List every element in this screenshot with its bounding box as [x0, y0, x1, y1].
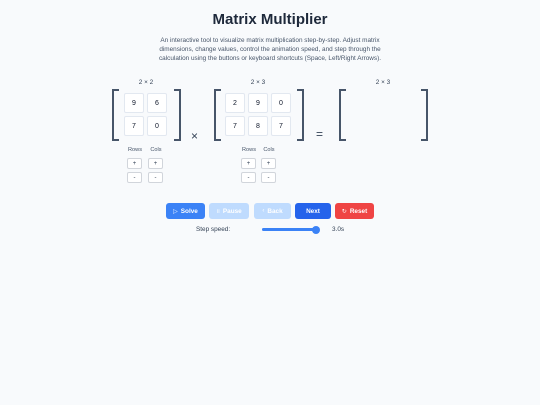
multiply-operator: × [191, 129, 199, 143]
matrix-b-cols-decrease-button[interactable]: - [261, 172, 276, 183]
play-icon: ▷ [173, 208, 178, 215]
step-speed-value: 3.0s [332, 226, 345, 233]
matrix-a-right-bracket [174, 89, 181, 141]
reset-button[interactable]: ↻ Reset [335, 203, 374, 219]
matrix-a-cell[interactable]: 7 [124, 116, 144, 136]
matrix-a-grid: 9 6 7 0 [124, 93, 167, 136]
matrix-b-cols-increase-button[interactable]: + [261, 158, 276, 169]
result-left-bracket [339, 89, 346, 141]
matrix-a-cols-increase-button[interactable]: + [148, 158, 163, 169]
matrix-b-dimensions: 2 × 3 [250, 79, 266, 86]
matrix-a-rows-decrease-button[interactable]: - [127, 172, 142, 183]
matrix-a-cell[interactable]: 0 [147, 116, 167, 136]
matrix-a-dimensions: 2 × 2 [138, 79, 154, 86]
matrix-b-rows-decrease-button[interactable]: - [241, 172, 256, 183]
page-description: An interactive tool to visualize matrix … [158, 37, 381, 62]
matrix-a-cols-label: Cols [150, 147, 162, 153]
next-button[interactable]: Next [295, 203, 331, 219]
matrix-b-cell[interactable]: 7 [271, 116, 291, 136]
matrix-a-rows-label: Rows [128, 147, 142, 153]
back-button-label: Back [267, 207, 283, 215]
result-right-bracket [421, 89, 428, 141]
step-speed-slider[interactable] [262, 225, 320, 234]
matrix-b-grid: 2 9 0 7 8 7 [225, 93, 291, 136]
matrix-b-rows-increase-button[interactable]: + [241, 158, 256, 169]
matrix-b-cell[interactable]: 7 [225, 116, 245, 136]
matrix-b-left-bracket [214, 89, 221, 141]
solve-button[interactable]: ▷ Solve [166, 203, 205, 219]
step-speed-label: Step speed: [196, 226, 231, 233]
matrix-b-cell[interactable]: 9 [248, 93, 268, 113]
matrix-a-cols-decrease-button[interactable]: - [148, 172, 163, 183]
chevron-left-icon: ‹ [262, 208, 265, 214]
result-dimensions: 2 × 3 [375, 79, 391, 86]
pause-button[interactable]: ॥ Pause [209, 203, 249, 219]
reset-icon: ↻ [341, 208, 347, 215]
matrix-a-rows-increase-button[interactable]: + [127, 158, 142, 169]
matrix-b-right-bracket [297, 89, 304, 141]
matrix-a-cell[interactable]: 6 [147, 93, 167, 113]
matrix-b-cell[interactable]: 2 [225, 93, 245, 113]
reset-button-label: Reset [349, 207, 368, 215]
equals-operator: = [316, 127, 324, 141]
step-speed-fill [262, 228, 316, 231]
solve-button-label: Solve [180, 207, 198, 215]
matrix-a-cell[interactable]: 9 [124, 93, 144, 113]
matrix-b-cell[interactable]: 0 [271, 93, 291, 113]
back-button[interactable]: ‹ Back [254, 203, 291, 219]
page-title: Matrix Multiplier [212, 11, 328, 28]
matrix-a-left-bracket [112, 89, 119, 141]
step-speed-thumb[interactable] [312, 225, 320, 234]
next-button-label: Next [306, 207, 320, 215]
matrix-b-cell[interactable]: 8 [248, 116, 268, 136]
matrix-b-rows-label: Rows [242, 147, 256, 153]
pause-button-label: Pause [222, 207, 242, 215]
pause-icon: ॥ [216, 209, 220, 215]
matrix-b-cols-label: Cols [263, 147, 275, 153]
